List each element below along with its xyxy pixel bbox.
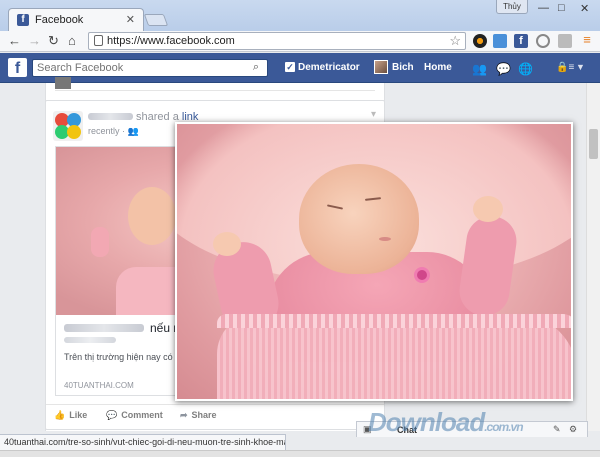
facebook-favicon-icon: f: [17, 14, 29, 26]
block-extension-icon[interactable]: [536, 34, 550, 48]
privacy-lock-icon[interactable]: 🔒≡: [556, 62, 574, 73]
menu-icon[interactable]: ≡: [580, 33, 594, 48]
previous-story: [55, 77, 375, 91]
profile-chip[interactable]: Thủy: [496, 0, 528, 14]
avatar: [55, 77, 71, 89]
baby-photo: [177, 124, 571, 399]
search-icon[interactable]: ⌕: [253, 61, 259, 74]
home-icon[interactable]: ⌂: [68, 33, 76, 48]
facebook-header: f ⌕ ✓ Demetricator Bich Home 👥 💬 🌐 🔒≡ ▼: [0, 53, 600, 83]
compose-icon[interactable]: ✎: [553, 424, 561, 435]
share-button[interactable]: ➦ Share: [180, 410, 217, 421]
link-domain: 40TUANTHAI.COM: [64, 381, 134, 390]
bookmark-star-icon[interactable]: ☆: [449, 33, 461, 49]
checkbox-icon[interactable]: ✓: [285, 62, 295, 72]
like-button[interactable]: 👍 Like: [54, 410, 87, 421]
post-actions-bar: 👍 Like 💬 Comment ➦ Share: [46, 404, 384, 426]
comment-icon: 💬: [106, 410, 118, 420]
address-bar[interactable]: https://www.facebook.com ☆: [88, 32, 466, 50]
blurred-link-title: [64, 324, 144, 332]
comment-button[interactable]: 💬 Comment: [106, 410, 163, 421]
close-window-icon[interactable]: ✕: [580, 2, 589, 15]
browser-tab[interactable]: f Facebook ✕: [8, 8, 144, 31]
post-timestamp[interactable]: recently · 👥: [88, 126, 139, 137]
search-input[interactable]: [37, 62, 237, 74]
minimize-icon[interactable]: —: [538, 2, 549, 14]
share-icon: ➦: [180, 410, 188, 420]
url-text: https://www.facebook.com: [107, 35, 235, 47]
forward-icon[interactable]: →: [28, 33, 41, 48]
demetricator-link[interactable]: Demetricator: [298, 62, 360, 73]
status-bar-url: 40tuanthai.com/tre-so-sinh/vut-chiec-goi…: [0, 434, 286, 450]
lock-icon: [94, 35, 103, 46]
maximize-icon[interactable]: □: [558, 2, 565, 14]
blurred-link-title-2: [64, 337, 116, 343]
new-tab-button[interactable]: [143, 14, 169, 26]
reload-icon[interactable]: ↻: [48, 33, 59, 49]
avatar[interactable]: [53, 111, 83, 141]
account-menu-icon[interactable]: ▼: [576, 62, 585, 72]
thumbs-up-icon: 👍: [54, 410, 66, 420]
vertical-scrollbar[interactable]: [586, 83, 600, 431]
notifications-icon[interactable]: 🌐: [518, 62, 533, 76]
chevron-down-icon[interactable]: ▾: [371, 109, 376, 120]
tab-title: Facebook: [35, 14, 84, 26]
gear-icon[interactable]: ⚙: [569, 424, 577, 435]
avatar[interactable]: [374, 60, 388, 74]
photo-zoom-popup[interactable]: [175, 122, 573, 401]
scrollbar-thumb[interactable]: [589, 129, 598, 159]
friend-requests-icon[interactable]: 👥: [472, 62, 487, 76]
browser-toolbar: ← → ↻ ⌂ https://www.facebook.com ☆ f ≡: [0, 31, 600, 52]
profile-link[interactable]: Bich: [392, 62, 414, 73]
extension-icon-1[interactable]: [473, 34, 487, 48]
facebook-logo[interactable]: f: [8, 58, 27, 77]
extension-icon-2[interactable]: [493, 34, 507, 48]
search-box[interactable]: ⌕: [32, 59, 268, 77]
browser-tab-strip: f Facebook ✕ Thủy — □ ✕: [0, 0, 600, 31]
home-link[interactable]: Home: [424, 62, 452, 73]
tab-close-icon[interactable]: ✕: [126, 13, 135, 26]
facebook-extension-icon[interactable]: f: [514, 34, 528, 48]
horizontal-scrollbar[interactable]: [0, 450, 600, 457]
extension-icon-5[interactable]: [558, 34, 572, 48]
back-icon[interactable]: ←: [8, 33, 21, 48]
blurred-author-name: [88, 113, 133, 120]
messages-icon[interactable]: 💬: [496, 62, 511, 76]
download-watermark: Download.com.vn: [368, 407, 524, 437]
